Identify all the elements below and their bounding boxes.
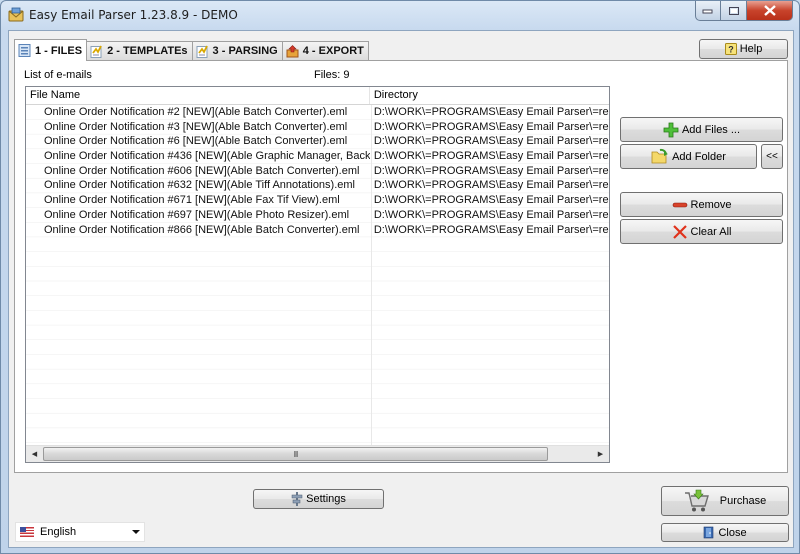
us-flag-icon bbox=[20, 527, 34, 537]
list-icon bbox=[18, 44, 31, 57]
minimize-icon bbox=[702, 9, 713, 13]
file-name-cell: Online Order Notification #632 [NEW](Abl… bbox=[44, 179, 355, 192]
column-header-file-name[interactable]: File Name bbox=[26, 87, 370, 104]
directory-cell: D:\WORK\=PROGRAMS\Easy Email Parser\=rea… bbox=[373, 106, 609, 118]
window-title: Easy Email Parser 1.23.8.9 - DEMO bbox=[29, 8, 238, 22]
language-value: English bbox=[40, 526, 77, 538]
svg-text:?: ? bbox=[728, 45, 734, 55]
clear-x-icon bbox=[672, 224, 687, 239]
directory-cell: D:\WORK\=PROGRAMS\Easy Email Parser\=rea… bbox=[373, 208, 609, 221]
template-icon bbox=[90, 45, 102, 58]
plus-icon bbox=[663, 122, 679, 137]
file-name-cell: Online Order Notification #3 [NEW](Able … bbox=[44, 120, 348, 133]
add-folder-button[interactable]: Add Folder bbox=[620, 144, 757, 169]
files-count: Files: 9 bbox=[314, 69, 350, 81]
tab-bar: 1 - FILES 2 - TEMPLATEs 3 - PARSING 4 - … bbox=[14, 39, 369, 61]
tab-parsing[interactable]: 3 - PARSING bbox=[191, 41, 283, 60]
close-window-button[interactable] bbox=[747, 1, 793, 21]
directory-cell: D:\WORK\=PROGRAMS\Easy Email Parser\=rea… bbox=[373, 120, 609, 133]
file-name-cell: Online Order Notification #606 [NEW](Abl… bbox=[44, 164, 360, 177]
directory-cell: D:\WORK\=PROGRAMS\Easy Email Parser\=rea… bbox=[373, 179, 609, 192]
settings-tools-icon bbox=[291, 492, 303, 506]
directory-cell: D:\WORK\=PROGRAMS\Easy Email Parser\=rea… bbox=[373, 164, 609, 177]
minimize-button[interactable] bbox=[695, 1, 721, 21]
scrollbar-grip-icon: III bbox=[293, 449, 299, 459]
tab-parsing-label: 3 - PARSING bbox=[212, 45, 278, 57]
column-divider bbox=[371, 105, 372, 445]
purchase-button[interactable]: Purchase bbox=[661, 486, 789, 516]
table-row[interactable]: Online Order Notification #3 [NEW](Able … bbox=[26, 120, 609, 135]
tab-templates[interactable]: 2 - TEMPLATEs bbox=[86, 41, 193, 60]
horizontal-scrollbar[interactable]: ◀ III ▶ bbox=[26, 445, 609, 462]
close-label: Close bbox=[718, 526, 747, 539]
purchase-label: Purchase bbox=[719, 495, 767, 507]
settings-label: Settings bbox=[306, 493, 346, 505]
remove-button[interactable]: Remove bbox=[620, 192, 783, 217]
tab-files-label: 1 - FILES bbox=[35, 44, 83, 57]
add-files-label: Add Files ... bbox=[681, 123, 741, 136]
scrollbar-thumb[interactable]: III bbox=[43, 447, 548, 461]
close-button[interactable]: Close bbox=[661, 523, 789, 542]
directory-cell: D:\WORK\=PROGRAMS\Easy Email Parser\=rea… bbox=[373, 194, 609, 207]
settings-button[interactable]: Settings bbox=[253, 489, 384, 509]
window-controls bbox=[695, 1, 793, 21]
directory-cell: D:\WORK\=PROGRAMS\Easy Email Parser\=rea… bbox=[373, 150, 609, 163]
exit-door-icon bbox=[704, 526, 714, 539]
table-row[interactable]: Online Order Notification #436 [NEW](Abl… bbox=[26, 149, 609, 164]
parsing-icon bbox=[196, 45, 208, 58]
table-row[interactable]: Online Order Notification #671 [NEW](Abl… bbox=[26, 193, 609, 208]
table-row[interactable]: Online Order Notification #606 [NEW](Abl… bbox=[26, 164, 609, 179]
tab-export[interactable]: 4 - EXPORT bbox=[281, 41, 369, 60]
column-header-directory[interactable]: Directory bbox=[370, 87, 609, 104]
remove-label: Remove bbox=[690, 198, 732, 211]
scroll-right-icon: ▶ bbox=[597, 451, 604, 458]
collapse-panel-button[interactable]: << bbox=[761, 144, 783, 169]
directory-cell: D:\WORK\=PROGRAMS\Easy Email Parser\=rea… bbox=[373, 135, 609, 148]
file-name-cell: Online Order Notification #671 [NEW](Abl… bbox=[44, 194, 340, 207]
language-select[interactable]: English bbox=[15, 522, 145, 542]
scroll-left-button[interactable]: ◀ bbox=[26, 446, 43, 462]
table-row[interactable]: Online Order Notification #2 [NEW](Able … bbox=[26, 105, 609, 120]
table-row[interactable]: Online Order Notification #632 [NEW](Abl… bbox=[26, 178, 609, 193]
help-label: Help bbox=[739, 43, 763, 55]
file-name-cell: Online Order Notification #6 [NEW](Able … bbox=[44, 135, 348, 148]
app-window: Easy Email Parser 1.23.8.9 - DEMO 1 - FI… bbox=[0, 0, 800, 554]
client-area: 1 - FILES 2 - TEMPLATEs 3 - PARSING 4 - … bbox=[8, 30, 794, 548]
tab-export-label: 4 - EXPORT bbox=[302, 45, 364, 57]
tab-files[interactable]: 1 - FILES bbox=[14, 39, 88, 61]
directory-cell: D:\WORK\=PROGRAMS\Easy Email Parser\=rea… bbox=[373, 223, 609, 236]
file-name-cell: Online Order Notification #697 [NEW](Abl… bbox=[44, 208, 350, 221]
clear-all-label: Clear All bbox=[690, 225, 732, 238]
minus-icon bbox=[672, 202, 687, 207]
close-icon bbox=[763, 5, 776, 16]
scroll-right-button[interactable]: ▶ bbox=[592, 446, 609, 462]
export-icon bbox=[286, 44, 299, 57]
scroll-left-icon: ◀ bbox=[31, 451, 38, 458]
add-folder-label: Add Folder bbox=[672, 150, 726, 163]
chevron-down-icon[interactable] bbox=[132, 530, 140, 534]
help-icon: ? bbox=[724, 43, 737, 55]
file-name-cell: Online Order Notification #2 [NEW](Able … bbox=[44, 106, 348, 118]
collapse-label: << bbox=[766, 151, 778, 162]
clear-all-button[interactable]: Clear All bbox=[620, 219, 783, 244]
maximize-button[interactable] bbox=[721, 1, 747, 21]
table-row[interactable]: Online Order Notification #6 [NEW](Able … bbox=[26, 134, 609, 149]
tab-templates-label: 2 - TEMPLATEs bbox=[107, 45, 188, 57]
title-bar[interactable]: Easy Email Parser 1.23.8.9 - DEMO bbox=[1, 1, 799, 29]
add-files-button[interactable]: Add Files ... bbox=[620, 117, 783, 142]
shopping-cart-icon bbox=[684, 489, 709, 512]
help-button[interactable]: ? Help bbox=[699, 39, 788, 59]
file-name-cell: Online Order Notification #866 [NEW](Abl… bbox=[44, 223, 360, 236]
list-of-emails-label: List of e-mails bbox=[24, 69, 92, 81]
file-name-cell: Online Order Notification #436 [NEW](Abl… bbox=[44, 150, 370, 163]
table-header: File Name Directory bbox=[26, 87, 609, 105]
table-row[interactable]: Online Order Notification #866 [NEW](Abl… bbox=[26, 223, 609, 238]
maximize-icon bbox=[728, 6, 739, 15]
email-files-table: File Name Directory Online Order Notific… bbox=[25, 86, 610, 463]
files-tab-panel: List of e-mails Files: 9 File Name Direc… bbox=[14, 60, 788, 473]
folder-add-icon bbox=[651, 148, 669, 164]
table-body: Online Order Notification #2 [NEW](Able … bbox=[26, 105, 609, 445]
app-envelope-icon bbox=[8, 7, 24, 22]
table-row[interactable]: Online Order Notification #697 [NEW](Abl… bbox=[26, 208, 609, 223]
